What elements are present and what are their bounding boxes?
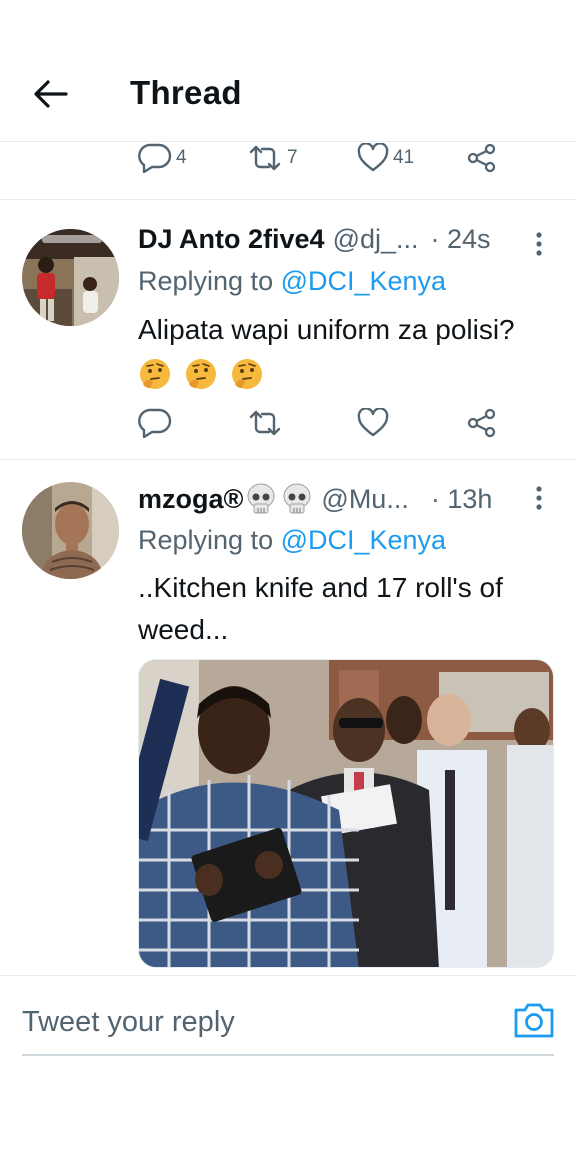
- skull-icon: [247, 483, 275, 514]
- username-handle[interactable]: @Mu...: [321, 484, 408, 515]
- reply-input[interactable]: Tweet your reply: [22, 1000, 554, 1056]
- tweet-media-image[interactable]: [138, 659, 554, 968]
- avatar[interactable]: [22, 229, 119, 326]
- reply-composer: Tweet your reply: [0, 975, 576, 1075]
- tweet-body: Alipata wapi uniform za polisi?: [138, 314, 515, 345]
- reply-button[interactable]: [138, 408, 172, 438]
- tweet-item[interactable]: DJ Anto 2five4 @dj_... · 24s Replying to…: [0, 200, 576, 460]
- retweet-button[interactable]: 7: [247, 143, 298, 173]
- thread-header: Thread: [0, 0, 576, 142]
- heart-icon: [357, 143, 389, 172]
- retweet-icon: [249, 145, 281, 171]
- like-button[interactable]: [357, 408, 389, 438]
- reply-icon: [138, 143, 172, 173]
- tweet-header: DJ Anto 2five4 @dj_... · 24s: [138, 224, 491, 255]
- tweet-time[interactable]: · 24s: [431, 224, 491, 255]
- replying-to-label: Replying to: [138, 525, 281, 555]
- share-button[interactable]: [466, 143, 498, 173]
- tweet-body: ..Kitchen knife and 17 roll's of weed...: [138, 572, 503, 645]
- replying-to-label: Replying to: [138, 266, 281, 296]
- previous-tweet-action-bar: 4 7 41: [0, 142, 576, 200]
- page-title: Thread: [130, 74, 242, 111]
- heart-icon: [357, 408, 389, 437]
- like-button[interactable]: 41: [357, 143, 414, 173]
- tweet-header: mzoga® @Mu... · 13h: [138, 482, 492, 516]
- retweet-count: 7: [287, 147, 298, 168]
- more-options-icon[interactable]: [530, 484, 548, 514]
- retweet-button[interactable]: [247, 408, 283, 438]
- thinking-face-icon: [231, 358, 262, 389]
- thinking-face-icon: [185, 358, 216, 389]
- back-arrow-icon[interactable]: [30, 74, 70, 114]
- share-icon: [467, 143, 496, 173]
- mention-link[interactable]: @DCI_Kenya: [281, 525, 446, 555]
- like-count: 41: [393, 147, 415, 168]
- tweet-time[interactable]: · 13h: [431, 484, 493, 515]
- display-name[interactable]: mzoga®: [138, 484, 243, 515]
- retweet-icon: [249, 410, 281, 436]
- emoji-row: [138, 351, 558, 393]
- reply-count: 4: [176, 147, 187, 168]
- reply-button[interactable]: 4: [138, 143, 187, 173]
- camera-icon[interactable]: [512, 1000, 556, 1040]
- tweet-text: Alipata wapi uniform za polisi?: [138, 309, 558, 393]
- display-name[interactable]: DJ Anto 2five4: [138, 224, 325, 255]
- share-icon: [467, 408, 496, 438]
- reply-icon: [138, 408, 172, 438]
- replying-to-line: Replying to @DCI_Kenya: [138, 266, 446, 297]
- thinking-face-icon: [140, 358, 170, 389]
- replying-to-line: Replying to @DCI_Kenya: [138, 525, 446, 556]
- avatar[interactable]: [22, 482, 119, 579]
- mention-link[interactable]: @DCI_Kenya: [281, 266, 446, 296]
- share-button[interactable]: [466, 408, 498, 438]
- skull-icon: [283, 483, 311, 514]
- more-options-icon[interactable]: [530, 230, 548, 260]
- username-handle[interactable]: @dj_...: [333, 224, 419, 255]
